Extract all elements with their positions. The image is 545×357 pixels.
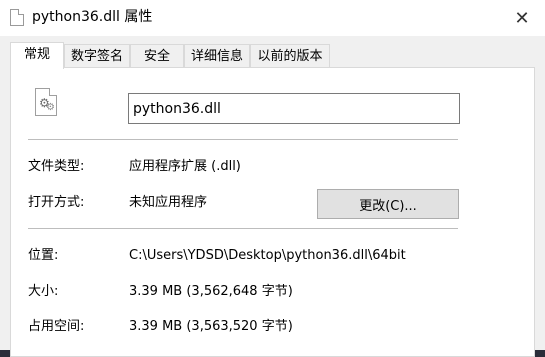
dll-file-icon xyxy=(10,9,24,26)
separator xyxy=(28,139,458,140)
file-type-label: 文件类型: xyxy=(28,159,85,174)
disk-size-value: 3.39 MB (3,563,520 字节) xyxy=(129,319,293,334)
separator xyxy=(28,228,458,229)
tab-digital-signatures[interactable]: 数字签名 xyxy=(64,44,130,68)
title-bar: python36.dll 属性 ✕ xyxy=(0,0,545,36)
open-with-value: 未知应用程序 xyxy=(129,195,208,210)
general-panel: ⚙ ⚙ 文件类型: 应用程序扩展 (.dll) 打开方式: 未知应用程序 更改(… xyxy=(10,67,535,357)
file-type-value: 应用程序扩展 (.dll) xyxy=(129,159,241,174)
size-label: 大小: xyxy=(28,284,59,299)
size-value: 3.39 MB (3,562,648 字节) xyxy=(129,284,293,299)
tab-security[interactable]: 安全 xyxy=(130,44,184,68)
tab-details[interactable]: 详细信息 xyxy=(184,44,250,68)
location-label: 位置: xyxy=(28,248,59,263)
tab-strip: 常规 数字签名 安全 详细信息 以前的版本 xyxy=(10,42,535,69)
tab-general[interactable]: 常规 xyxy=(10,42,64,69)
gear-icon: ⚙ xyxy=(46,102,55,113)
dll-file-icon: ⚙ ⚙ xyxy=(35,88,57,116)
close-button[interactable]: ✕ xyxy=(499,0,545,36)
location-value: C:\Users\YDSD\Desktop\python36.dll\64bit xyxy=(129,248,406,263)
change-button[interactable]: 更改(C)... xyxy=(317,189,459,219)
open-with-label: 打开方式: xyxy=(28,195,85,210)
close-icon: ✕ xyxy=(514,7,530,29)
disk-size-label: 占用空间: xyxy=(28,319,85,334)
tab-previous-versions[interactable]: 以前的版本 xyxy=(250,44,330,68)
file-name-input[interactable] xyxy=(128,93,460,124)
properties-dialog: python36.dll 属性 ✕ 常规 数字签名 安全 详细信息 以前的版本 … xyxy=(0,0,545,357)
window-title: python36.dll 属性 xyxy=(32,9,153,25)
